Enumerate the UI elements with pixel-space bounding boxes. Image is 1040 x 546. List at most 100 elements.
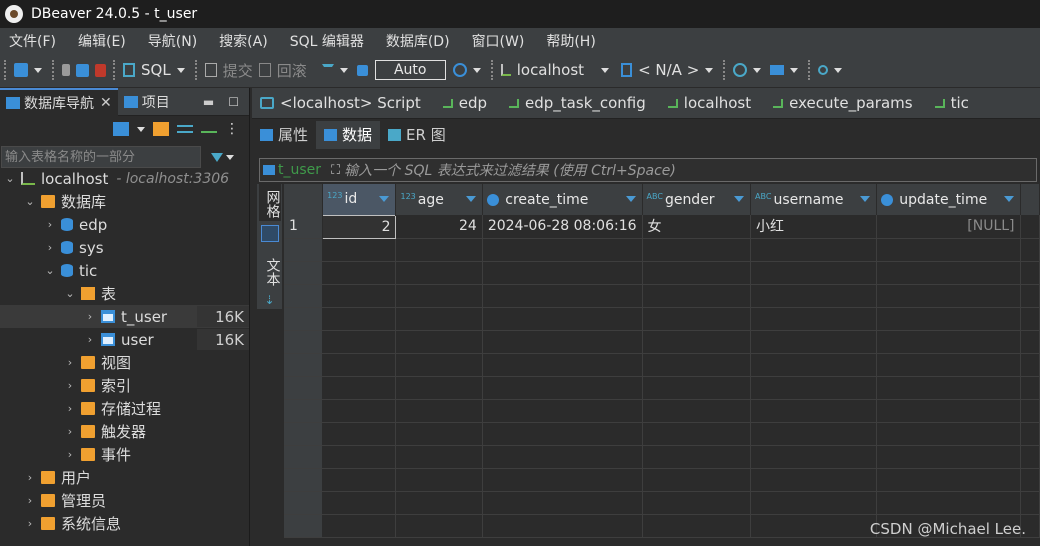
tree-item-edp[interactable]: › edp xyxy=(0,213,249,236)
collapse-all-icon[interactable] xyxy=(177,125,193,133)
menu-help[interactable]: 帮助(H) xyxy=(537,31,608,51)
tree-item-localhost[interactable]: ⌄ localhost - localhost:3306 xyxy=(0,167,249,190)
transaction-mode-field[interactable]: Auto xyxy=(374,60,446,80)
tree-item-users[interactable]: › 用户 xyxy=(0,466,249,489)
sql-dropdown-icon[interactable] xyxy=(176,67,185,73)
grid-view-button[interactable]: 网格 xyxy=(258,184,281,221)
view-menu-icon[interactable]: ⋮ xyxy=(225,121,239,137)
menu-file[interactable]: 文件(F) xyxy=(0,31,69,51)
connect-icon[interactable] xyxy=(62,64,70,76)
tree-item-events[interactable]: › 事件 xyxy=(0,443,249,466)
tab-projects[interactable]: 项目 xyxy=(118,88,176,116)
chevron-right-icon[interactable]: › xyxy=(24,471,36,484)
menu-window[interactable]: 窗口(W) xyxy=(463,31,538,51)
active-schema-selector[interactable]: < N/A > xyxy=(638,61,699,79)
tree-item-indexes[interactable]: › 索引 xyxy=(0,374,249,397)
tree-item-triggers[interactable]: › 触发器 xyxy=(0,420,249,443)
search-dropdown-icon[interactable] xyxy=(834,67,843,73)
table-filter-input[interactable] xyxy=(1,146,201,168)
column-header-age[interactable]: 123 age xyxy=(395,184,483,215)
history-dropdown-icon[interactable] xyxy=(472,67,481,73)
chevron-right-icon[interactable]: › xyxy=(44,241,56,254)
new-folder-icon[interactable] xyxy=(153,122,169,136)
chevron-right-icon[interactable]: › xyxy=(64,356,76,369)
chevron-down-icon[interactable]: ⌄ xyxy=(4,172,16,185)
menu-search[interactable]: 搜索(A) xyxy=(210,31,281,51)
tree-item-administer[interactable]: › 管理员 xyxy=(0,489,249,512)
chevron-down-icon[interactable]: ⌄ xyxy=(64,287,76,300)
commit-icon[interactable] xyxy=(204,63,217,77)
tree-item-sys[interactable]: › sys xyxy=(0,236,249,259)
column-header-gender[interactable]: ABC gender xyxy=(642,184,752,215)
close-icon[interactable]: ✕ xyxy=(100,95,112,111)
new-connection-dropdown-icon[interactable] xyxy=(137,126,145,132)
row-number[interactable]: 1 xyxy=(284,215,324,239)
cell-age[interactable]: 24 xyxy=(395,215,483,239)
chevron-right-icon[interactable]: › xyxy=(24,517,36,530)
menu-sql-editor[interactable]: SQL 编辑器 xyxy=(281,31,377,51)
chevron-right-icon[interactable]: › xyxy=(64,425,76,438)
new-connection-dropdown-icon[interactable] xyxy=(34,67,42,73)
sort-icon[interactable] xyxy=(859,196,870,202)
chevron-right-icon[interactable]: › xyxy=(84,310,96,323)
tree-item-views[interactable]: › 视图 xyxy=(0,351,249,374)
tab-edp-task-config[interactable]: edp_task_config xyxy=(501,88,660,119)
tab-execute-params[interactable]: execute_params xyxy=(765,88,926,119)
minimize-icon[interactable]: ▬ xyxy=(203,95,214,109)
tab-er-diagram[interactable]: ER 图 xyxy=(380,121,454,149)
tab-properties[interactable]: 属性 xyxy=(252,121,316,149)
tree-item-tic[interactable]: ⌄ tic xyxy=(0,259,249,282)
new-connection-icon[interactable] xyxy=(113,122,129,136)
menu-navigate[interactable]: 导航(N) xyxy=(139,31,210,51)
new-connection-icon[interactable] xyxy=(14,63,28,77)
menu-database[interactable]: 数据库(D) xyxy=(377,31,463,51)
rollback-button[interactable]: 回滚 xyxy=(277,60,307,81)
sort-icon[interactable] xyxy=(625,196,636,202)
chevron-right-icon[interactable]: › xyxy=(64,379,76,392)
dashboard-icon[interactable] xyxy=(733,63,748,77)
cell-gender[interactable]: 女 xyxy=(642,215,752,239)
datasource-dropdown-icon[interactable] xyxy=(601,67,610,73)
history-icon[interactable] xyxy=(452,63,467,77)
chevron-right-icon[interactable]: › xyxy=(24,494,36,507)
active-datasource-selector[interactable]: localhost xyxy=(517,61,584,79)
transaction-mode-icon[interactable] xyxy=(321,64,334,76)
maximize-icon[interactable]: ☐ xyxy=(228,95,239,109)
search-icon[interactable] xyxy=(818,65,829,75)
sort-icon[interactable] xyxy=(465,196,476,202)
table-row[interactable]: 1 2 24 2024-06-28 08:06:16 女 小红 [NULL] xyxy=(284,214,1040,239)
chevron-right-icon[interactable]: › xyxy=(64,402,76,415)
dashboard-dropdown-icon[interactable] xyxy=(753,67,762,73)
sql-editor-button[interactable]: SQL xyxy=(141,61,171,79)
tree-item-user[interactable]: › user 16K xyxy=(0,328,249,351)
chevron-down-icon[interactable]: ⌄ xyxy=(44,264,56,277)
column-header-create-time[interactable]: create_time xyxy=(482,184,643,215)
cell-id[interactable]: 2 xyxy=(322,214,397,239)
tree-item-system-info[interactable]: › 系统信息 xyxy=(0,512,249,535)
text-view-button[interactable]: 文本 xyxy=(259,252,281,289)
sort-icon[interactable] xyxy=(1003,196,1014,202)
tab-localhost[interactable]: localhost xyxy=(660,88,765,119)
cell-update-time[interactable]: [NULL] xyxy=(876,215,1021,239)
tree-item-t-user[interactable]: › t_user 16K xyxy=(0,305,249,328)
chevron-down-icon[interactable]: ⌄ xyxy=(24,195,36,208)
reconnect-icon[interactable] xyxy=(76,63,89,77)
tab-edp[interactable]: edp xyxy=(435,88,501,119)
transaction-mode-dropdown-icon[interactable] xyxy=(339,67,348,73)
lock-icon[interactable] xyxy=(356,64,368,76)
rollback-icon[interactable] xyxy=(258,63,271,77)
column-header-update-time[interactable]: update_time xyxy=(876,184,1021,215)
filter-dropdown-icon[interactable] xyxy=(226,154,234,160)
tab-localhost-script[interactable]: <localhost> Script xyxy=(252,88,435,119)
grid-icon[interactable] xyxy=(260,224,279,243)
chevron-right-icon[interactable]: › xyxy=(84,333,96,346)
column-header-id[interactable]: 123 id xyxy=(322,184,397,215)
tab-database-navigator[interactable]: 数据库导航 ✕ xyxy=(0,87,118,116)
expand-icon[interactable]: ⛶ xyxy=(331,163,340,178)
filter-icon[interactable] xyxy=(211,152,223,162)
tab-tic[interactable]: tic xyxy=(927,88,983,119)
column-header-username[interactable]: ABC username xyxy=(750,184,877,215)
record-mode-icon[interactable]: ⇣ xyxy=(259,289,281,309)
filter-input[interactable]: 输入一个 SQL 表达式来过滤结果 (使用 Ctrl+Space) xyxy=(344,160,676,180)
sql-editor-icon[interactable] xyxy=(123,63,135,77)
